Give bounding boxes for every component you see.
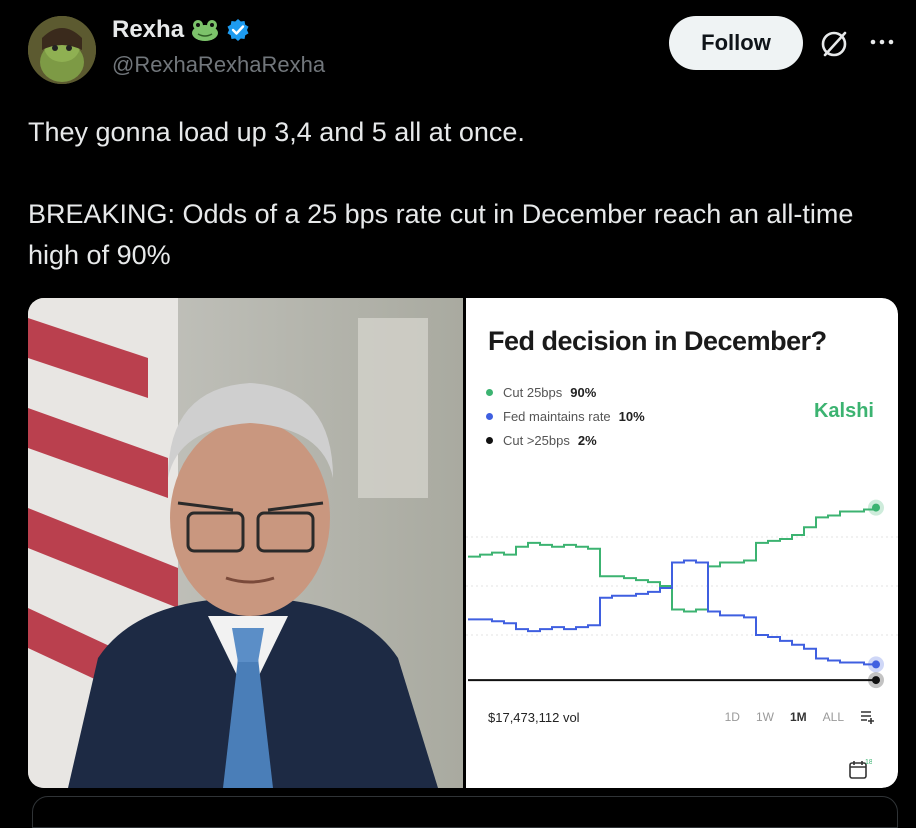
series-line: [468, 559, 876, 666]
chart-legend: Cut 25bps 90% Fed maintains rate 10% Cut…: [486, 380, 645, 452]
range-1w[interactable]: 1W: [756, 710, 774, 724]
tweet-media[interactable]: Fed decision in December? Cut 25bps 90% …: [28, 298, 898, 788]
add-to-list-icon[interactable]: [860, 710, 876, 724]
volume-text: $17,473,112 vol: [488, 710, 580, 725]
legend-pct: 2%: [577, 432, 597, 448]
legend-label: Cut >25bps: [503, 432, 570, 448]
kalshi-logo: Kalshi: [813, 400, 874, 422]
range-all[interactable]: ALL: [823, 710, 844, 724]
legend-label: Cut 25bps: [503, 384, 563, 400]
follow-button[interactable]: Follow: [669, 16, 803, 70]
legend-label: Fed maintains rate: [503, 408, 611, 424]
author-name-row: Rexha: [112, 16, 250, 44]
series-line: [468, 507, 877, 613]
author-handle[interactable]: @RexhaRexhaRexha: [112, 52, 325, 78]
range-1d[interactable]: 1D: [725, 710, 740, 724]
line-chart[interactable]: [466, 468, 898, 698]
calendar-icon[interactable]: 18: [848, 758, 872, 780]
chart-card[interactable]: Fed decision in December? Cut 25bps 90% …: [466, 298, 898, 788]
legend-dot: [486, 412, 493, 420]
legend-item: Cut 25bps 90%: [486, 380, 645, 404]
endpoint-dot: [872, 503, 880, 512]
avatar[interactable]: [28, 16, 96, 84]
legend-item: Fed maintains rate 10%: [486, 404, 645, 428]
range-selector: 1D 1W 1M ALL: [725, 710, 876, 724]
display-name[interactable]: Rexha: [112, 16, 184, 44]
legend-dot: [486, 388, 493, 396]
calendar-day: 18: [865, 759, 872, 766]
legend-dot: [486, 436, 493, 444]
frog-icon: [192, 20, 219, 41]
endpoint-dot: [872, 660, 880, 669]
tweet-text: They gonna load up 3,4 and 5 all at once…: [28, 117, 854, 270]
verified-badge-icon: [227, 19, 249, 41]
range-1m[interactable]: 1M: [790, 710, 807, 724]
legend-pct: 90%: [570, 384, 597, 400]
legend-pct: 10%: [618, 408, 645, 424]
endpoint-dot: [872, 676, 880, 685]
chart-title: Fed decision in December?: [488, 326, 827, 356]
next-card-edge: [32, 796, 898, 828]
more-icon[interactable]: [864, 24, 900, 60]
portrait-photo[interactable]: [28, 298, 463, 788]
legend-item: Cut >25bps 2%: [486, 428, 645, 452]
grok-icon[interactable]: [818, 28, 850, 60]
